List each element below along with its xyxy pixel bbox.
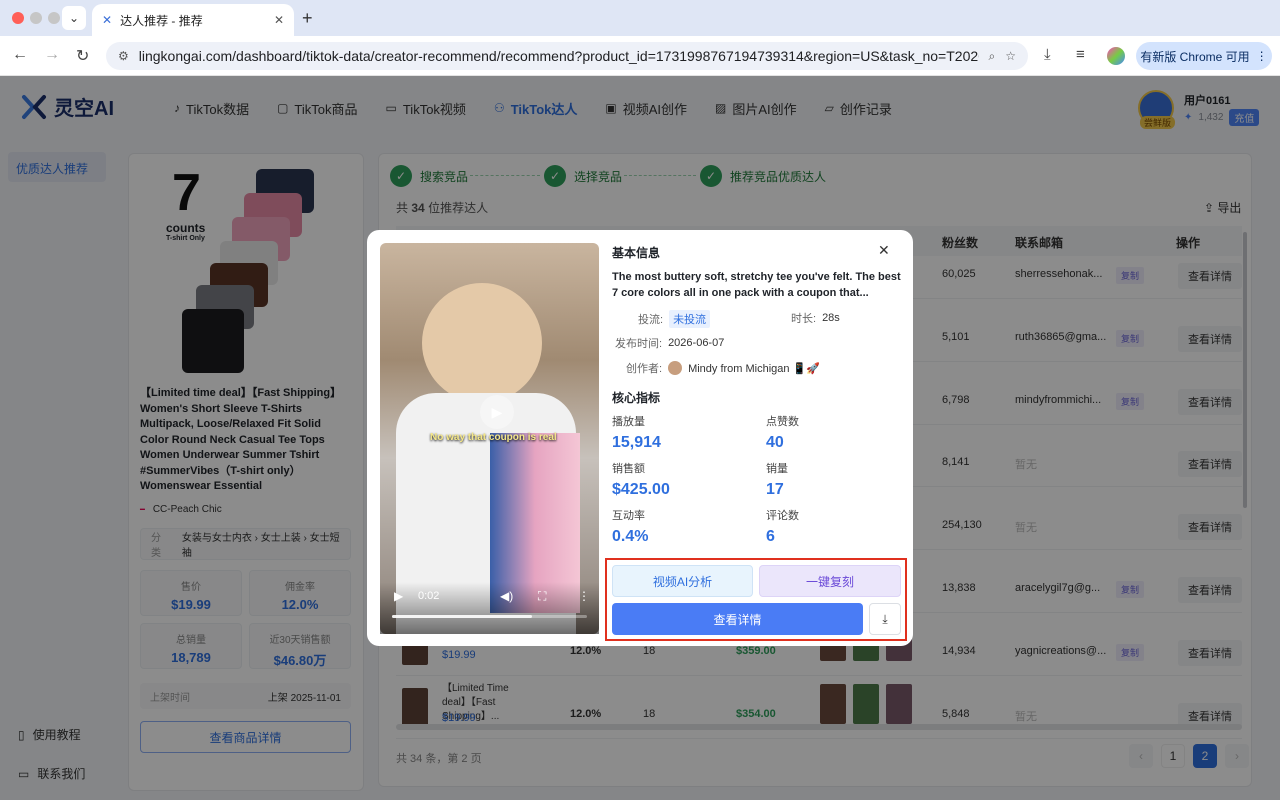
metric-label: 播放量 — [612, 416, 645, 428]
video-progress-fill — [392, 615, 532, 618]
metric-value: 17 — [766, 481, 784, 498]
url-text: lingkongai.com/dashboard/tiktok-data/cre… — [138, 48, 979, 64]
core-metrics-title: 核心指标 — [612, 391, 661, 405]
metric-sales: 销量 17 — [766, 460, 788, 499]
video-ai-analysis-button[interactable]: 视频AI分析 — [612, 565, 753, 597]
creator-label: 创作者: — [626, 363, 663, 375]
play-control-icon[interactable]: ▶ — [394, 589, 403, 603]
site-info-icon[interactable]: ⚙ — [118, 49, 129, 63]
download-icon[interactable]: ⤓ — [1044, 46, 1051, 63]
video-controls — [380, 582, 599, 634]
new-tab-button[interactable]: + — [302, 8, 313, 29]
metric-likes: 点赞数 40 — [766, 413, 799, 452]
duration-value: 28s — [822, 312, 840, 324]
duration-label: 时长: — [791, 313, 817, 325]
metric-views: 播放量 15,914 — [612, 413, 661, 452]
metric-value: 6 — [766, 528, 775, 545]
metric-label: 点赞数 — [766, 416, 799, 428]
favicon-icon: ✕ — [102, 13, 113, 27]
metric-engagement: 互动率 0.4% — [612, 507, 648, 546]
metric-label: 评论数 — [766, 510, 799, 522]
publish-label: 发布时间: — [615, 338, 663, 350]
creator-avatar — [668, 361, 683, 375]
one-click-remake-button[interactable]: 一键复刻 — [759, 565, 901, 597]
profile-icon[interactable] — [1107, 47, 1125, 65]
back-button[interactable]: ← — [12, 46, 28, 64]
maximize-window-button[interactable] — [48, 12, 60, 24]
publish-info: 发布时间: 2026-06-07 — [615, 335, 724, 351]
metric-value: 0.4% — [612, 528, 649, 545]
metric-label: 销售额 — [612, 463, 645, 475]
zoom-search-icon[interactable]: ⌕ — [989, 49, 996, 64]
more-options-icon[interactable]: ⋮ — [578, 589, 590, 603]
chrome-update-button[interactable]: 有新版 Chrome 可用 ⋮ — [1136, 42, 1272, 70]
chevron-down-icon: ⌄ — [68, 11, 80, 25]
close-window-button[interactable] — [12, 12, 24, 24]
view-details-button[interactable]: 查看详情 — [612, 603, 863, 635]
fullscreen-icon[interactable]: ⛶ — [538, 589, 546, 604]
media-control-icon[interactable]: ≡ — [1076, 46, 1085, 63]
close-modal-icon[interactable]: ✕ — [878, 242, 890, 259]
traffic-info: 投流: 未投流 — [638, 310, 711, 328]
metric-comments: 评论数 6 — [766, 507, 799, 546]
forward-button[interactable]: → — [44, 46, 60, 64]
tab-search-button[interactable]: ⌄ — [62, 6, 86, 30]
publish-value: 2026-06-07 — [668, 337, 725, 349]
duration-info: 时长: 28s — [791, 310, 840, 326]
chrome-update-label: 有新版 Chrome 可用 — [1140, 49, 1250, 64]
more-menu-icon: ⋮ — [1255, 49, 1268, 63]
metric-label: 销量 — [766, 463, 788, 475]
video-description: The most buttery soft, stretchy tee you'… — [612, 271, 901, 299]
bookmark-star-icon[interactable]: ☆ — [1005, 49, 1016, 63]
reload-button[interactable]: ↻ — [76, 46, 89, 66]
traffic-label: 投流: — [638, 314, 664, 326]
play-icon[interactable]: ▶ — [480, 395, 514, 429]
metric-value: 15,914 — [612, 434, 661, 451]
metric-label: 互动率 — [612, 510, 645, 522]
creator-info[interactable]: 创作者: Mindy from Michigan 📱🚀 — [626, 360, 820, 376]
download-icon: ⤓ — [882, 611, 888, 626]
video-frame-face — [422, 283, 542, 403]
volume-icon[interactable]: ◀) — [500, 589, 513, 603]
download-video-button[interactable]: ⤓ — [869, 603, 901, 635]
metric-gmv: 销售额 $425.00 — [612, 460, 670, 499]
browser-tab[interactable]: ✕ 达人推荐 - 推荐 ✕ — [92, 4, 294, 36]
metric-value: 40 — [766, 434, 784, 451]
creator-name: Mindy from Michigan 📱🚀 — [688, 362, 820, 375]
video-time: 0:02 — [418, 590, 440, 602]
basic-info-title: 基本信息 — [612, 246, 661, 260]
minimize-window-button[interactable] — [30, 12, 42, 24]
metric-value: $425.00 — [612, 481, 670, 498]
close-tab-icon[interactable]: ✕ — [274, 13, 284, 27]
traffic-value: 未投流 — [669, 310, 711, 328]
tab-title: 达人推荐 - 推荐 — [120, 13, 203, 28]
url-field[interactable]: ⚙ lingkongai.com/dashboard/tiktok-data/c… — [106, 42, 1028, 70]
video-caption: No way that coupon is real — [430, 432, 557, 443]
